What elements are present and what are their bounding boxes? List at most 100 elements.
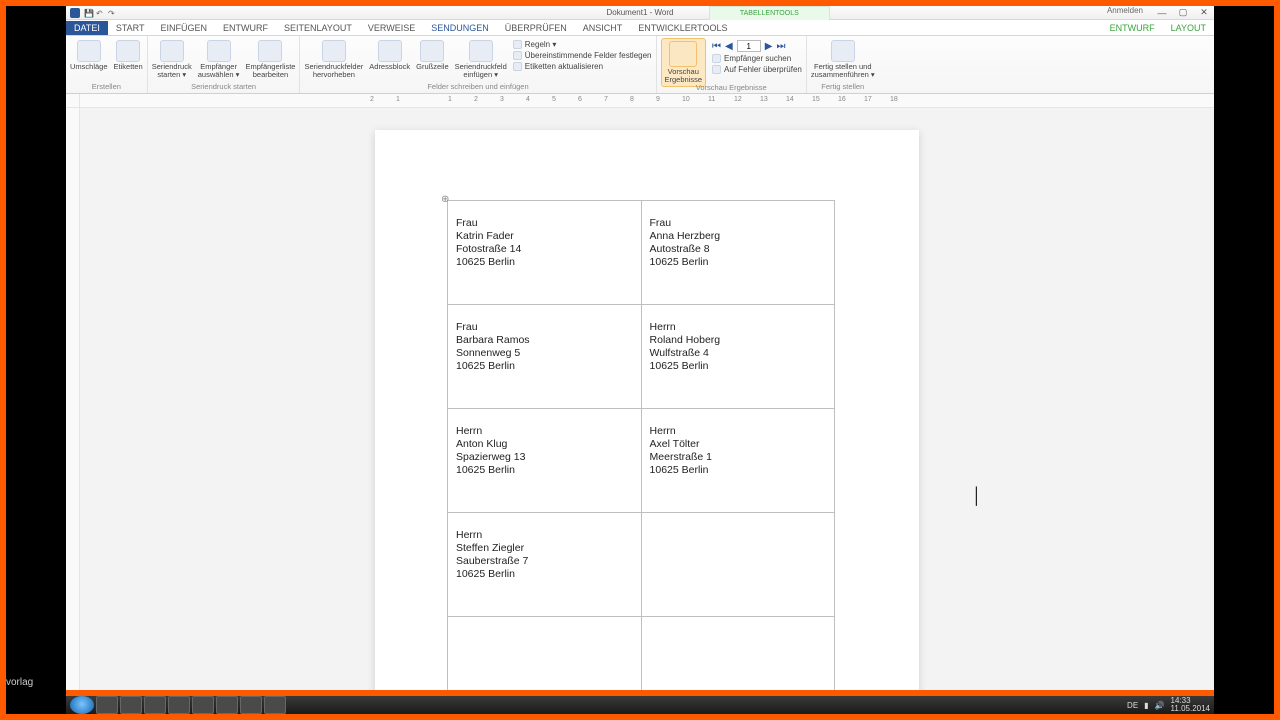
maximize-button[interactable]: ▢ bbox=[1173, 6, 1193, 20]
address-block-button[interactable]: Adressblock bbox=[369, 38, 410, 71]
start-mailmerge-button[interactable]: Seriendruck starten ▾ bbox=[152, 38, 192, 79]
group-start-label: Seriendruck starten bbox=[152, 81, 296, 93]
tab-start[interactable]: START bbox=[108, 21, 153, 35]
tab-insert[interactable]: EINFÜGEN bbox=[153, 21, 216, 35]
ruler-tick: 1 bbox=[448, 96, 452, 103]
tab-references[interactable]: VERWEISE bbox=[360, 21, 423, 35]
word-icon bbox=[70, 8, 80, 18]
vertical-ruler[interactable] bbox=[66, 108, 80, 700]
qat-redo-icon[interactable]: ↷ bbox=[108, 9, 116, 17]
label-cell[interactable] bbox=[448, 617, 642, 701]
page: ⊕ FrauKatrin FaderFotostraße 1410625 Ber… bbox=[375, 130, 919, 700]
taskbar-item[interactable] bbox=[216, 696, 238, 714]
tab-view[interactable]: ANSICHT bbox=[575, 21, 631, 35]
label-city: 10625 Berlin bbox=[456, 256, 633, 269]
tray-vol-icon[interactable]: 🔊 bbox=[1155, 701, 1165, 710]
taskbar-item[interactable] bbox=[96, 696, 118, 714]
first-record-button[interactable]: ⏮ bbox=[712, 41, 721, 52]
taskbar-item[interactable] bbox=[120, 696, 142, 714]
tab-file[interactable]: DATEI bbox=[66, 21, 108, 35]
label-name: Steffen Ziegler bbox=[456, 542, 633, 555]
envelopes-button[interactable]: Umschläge bbox=[70, 38, 108, 71]
label-cell[interactable]: HerrnRoland HobergWulfstraße 410625 Berl… bbox=[641, 305, 834, 409]
ruler-tick: 1 bbox=[396, 96, 400, 103]
document-area[interactable]: ⊕ FrauKatrin FaderFotostraße 1410625 Ber… bbox=[80, 108, 1214, 700]
windows-taskbar: DE ▮ 🔊 14:3311.05.2014 bbox=[66, 690, 1214, 714]
tab-design[interactable]: ENTWURF bbox=[215, 21, 276, 35]
ruler-tick: 11 bbox=[708, 96, 715, 103]
find-recipient-button[interactable]: Empfänger suchen bbox=[712, 54, 802, 63]
tray-net-icon[interactable]: ▮ bbox=[1144, 701, 1148, 710]
label-name: Axel Tölter bbox=[650, 438, 826, 451]
label-name: Barbara Ramos bbox=[456, 334, 633, 347]
tab-review[interactable]: ÜBERPRÜFEN bbox=[497, 21, 575, 35]
title-bar: 💾 ↶ ↷ TABELLENTOOLS Dokument1 - Word Anm… bbox=[66, 6, 1214, 20]
tab-pagelayout[interactable]: SEITENLAYOUT bbox=[276, 21, 360, 35]
edit-recipients-button[interactable]: Empfängerliste bearbeiten bbox=[245, 38, 295, 79]
label-salutation: Frau bbox=[650, 217, 826, 230]
taskbar-item[interactable] bbox=[168, 696, 190, 714]
taskbar-item[interactable] bbox=[144, 696, 166, 714]
ruler-tick: 9 bbox=[656, 96, 660, 103]
watermark-text: vorlag bbox=[6, 677, 33, 688]
group-finish-label: Fertig stellen bbox=[811, 81, 875, 93]
highlight-fields-button[interactable]: Seriendruckfelder hervorheben bbox=[304, 38, 363, 79]
preview-results-button[interactable]: Vorschau Ergebnisse bbox=[661, 38, 707, 87]
qat-save-icon[interactable]: 💾 bbox=[84, 9, 92, 17]
tab-table-layout[interactable]: LAYOUT bbox=[1163, 21, 1214, 35]
label-city: 10625 Berlin bbox=[456, 360, 633, 373]
label-cell[interactable]: FrauAnna HerzbergAutostraße 810625 Berli… bbox=[641, 201, 834, 305]
horizontal-ruler[interactable]: 21123456789101112131415161718 bbox=[80, 94, 1214, 107]
minimize-button[interactable]: — bbox=[1152, 6, 1172, 20]
ruler-tick: 2 bbox=[474, 96, 478, 103]
close-button[interactable]: ✕ bbox=[1194, 6, 1214, 20]
ruler-tick: 15 bbox=[812, 96, 820, 103]
label-cell[interactable]: FrauKatrin FaderFotostraße 1410625 Berli… bbox=[448, 201, 642, 305]
taskbar-item[interactable] bbox=[264, 696, 286, 714]
tab-mailings[interactable]: SENDUNGEN bbox=[423, 21, 497, 35]
label-cell[interactable] bbox=[641, 617, 834, 701]
label-salutation: Herrn bbox=[650, 321, 826, 334]
tab-developer[interactable]: ENTWICKLERTOOLS bbox=[630, 21, 735, 35]
greeting-line-button[interactable]: Grußzeile bbox=[416, 38, 449, 71]
record-number-input[interactable] bbox=[737, 40, 761, 52]
tray-date[interactable]: 11.05.2014 bbox=[1171, 704, 1210, 713]
label-cell[interactable] bbox=[641, 513, 834, 617]
label-cell[interactable]: FrauBarbara RamosSonnenweg 510625 Berlin bbox=[448, 305, 642, 409]
ruler-tick: 5 bbox=[552, 96, 556, 103]
label-cell[interactable]: HerrnSteffen ZieglerSauberstraße 710625 … bbox=[448, 513, 642, 617]
ruler-tick: 10 bbox=[682, 96, 690, 103]
select-recipients-button[interactable]: Empfänger auswählen ▾ bbox=[198, 38, 240, 79]
labels-table[interactable]: FrauKatrin FaderFotostraße 1410625 Berli… bbox=[447, 200, 835, 700]
start-button[interactable] bbox=[70, 696, 94, 714]
taskbar-item[interactable] bbox=[192, 696, 214, 714]
group-preview-label: Vorschau Ergebnisse bbox=[661, 82, 802, 94]
tray-lang[interactable]: DE bbox=[1127, 701, 1138, 710]
label-city: 10625 Berlin bbox=[650, 464, 826, 477]
signin-link[interactable]: Anmelden bbox=[1107, 6, 1143, 20]
finish-merge-button[interactable]: Fertig stellen und zusammenführen ▾ bbox=[811, 38, 875, 79]
rules-button[interactable]: Regeln ▾ bbox=[513, 40, 652, 49]
ruler-tick: 12 bbox=[734, 96, 742, 103]
qat-undo-icon[interactable]: ↶ bbox=[96, 9, 104, 17]
match-fields-button[interactable]: Übereinstimmende Felder festlegen bbox=[513, 51, 652, 60]
label-city: 10625 Berlin bbox=[650, 360, 826, 373]
insert-merge-field-button[interactable]: Seriendruckfeld einfügen ▾ bbox=[455, 38, 507, 79]
ruler-tick: 16 bbox=[838, 96, 846, 103]
taskbar-item[interactable] bbox=[240, 696, 262, 714]
label-cell[interactable]: HerrnAnton KlugSpazierweg 1310625 Berlin bbox=[448, 409, 642, 513]
label-street: Sonnenweg 5 bbox=[456, 347, 633, 360]
prev-record-button[interactable]: ◀ bbox=[725, 41, 733, 52]
last-record-button[interactable]: ⏭ bbox=[776, 41, 785, 52]
check-errors-button[interactable]: Auf Fehler überprüfen bbox=[712, 65, 802, 74]
labels-button[interactable]: Etiketten bbox=[114, 38, 143, 71]
table-anchor-icon[interactable]: ⊕ bbox=[441, 194, 449, 205]
next-record-button[interactable]: ▶ bbox=[765, 41, 773, 52]
label-salutation: Herrn bbox=[456, 529, 633, 542]
ruler-bar: 21123456789101112131415161718 bbox=[66, 94, 1214, 108]
tab-table-design[interactable]: ENTWURF bbox=[1102, 21, 1163, 35]
update-labels-button[interactable]: Etiketten aktualisieren bbox=[513, 62, 652, 71]
label-street: Autostraße 8 bbox=[650, 243, 826, 256]
label-cell[interactable]: HerrnAxel TölterMeerstraße 110625 Berlin bbox=[641, 409, 834, 513]
ruler-tick: 14 bbox=[786, 96, 794, 103]
